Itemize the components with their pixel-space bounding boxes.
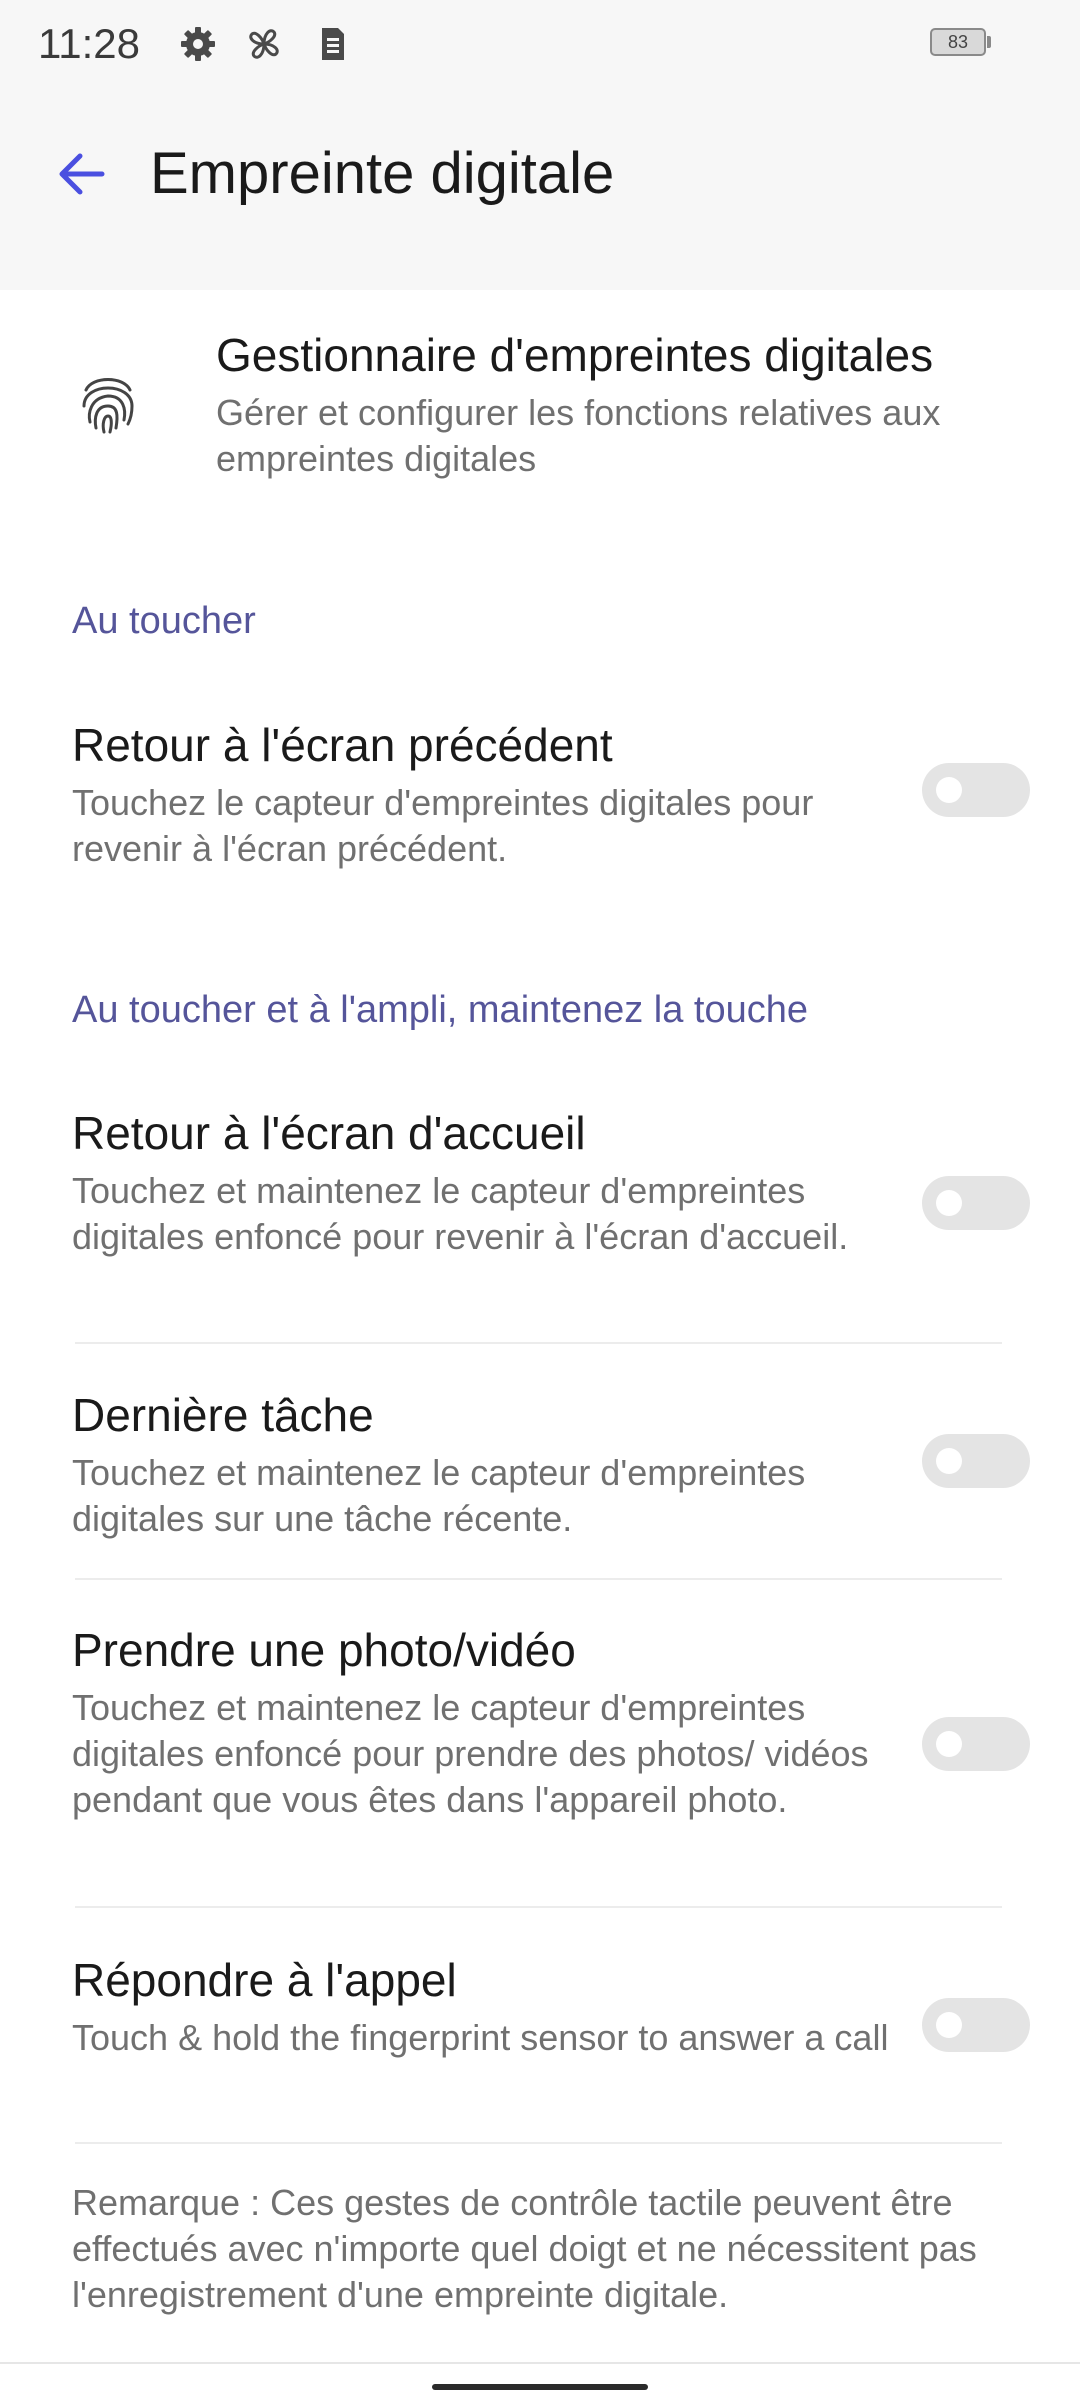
setting-description: Touchez et maintenez le capteur d'emprei… bbox=[72, 1452, 806, 1539]
setting-answer-call[interactable]: Répondre à l'appel Touch & hold the fing… bbox=[0, 1953, 1080, 2113]
section-header-touch-hold: Au toucher et à l'ampli, maintenez la to… bbox=[72, 989, 809, 1031]
toggle-back-to-previous[interactable] bbox=[922, 763, 1030, 817]
setting-description: Touch & hold the fingerprint sensor to a… bbox=[72, 2017, 889, 2058]
setting-take-photo-video[interactable]: Prendre une photo/vidéo Touchez et maint… bbox=[0, 1623, 1080, 1863]
status-time: 11:28 bbox=[38, 20, 140, 67]
section-header-touch: Au toucher bbox=[72, 600, 256, 642]
bottom-divider bbox=[0, 2362, 1080, 2364]
toggle-answer-call[interactable] bbox=[922, 1998, 1030, 2052]
battery-indicator: 83 bbox=[930, 28, 992, 58]
toggle-back-to-home[interactable] bbox=[922, 1176, 1030, 1230]
toggle-take-photo-video[interactable] bbox=[922, 1717, 1030, 1771]
toggle-last-task[interactable] bbox=[922, 1434, 1030, 1488]
battery-level: 83 bbox=[947, 32, 969, 52]
setting-description: Touchez le capteur d'empreintes digitale… bbox=[72, 782, 814, 869]
page-title: Empreinte digitale bbox=[150, 141, 615, 206]
setting-title: Dernière tâche bbox=[72, 1389, 374, 1441]
sim-card-icon bbox=[322, 28, 344, 60]
divider bbox=[75, 1342, 1002, 1344]
home-indicator[interactable] bbox=[432, 2384, 648, 2390]
setting-back-to-previous[interactable]: Retour à l'écran précédent Touchez le ca… bbox=[0, 718, 1080, 878]
setting-title: Répondre à l'appel bbox=[72, 1954, 457, 2006]
setting-description: Touchez et maintenez le capteur d'emprei… bbox=[72, 1687, 869, 1820]
setting-back-to-home[interactable]: Retour à l'écran d'accueil Touchez et ma… bbox=[0, 1106, 1080, 1306]
divider bbox=[75, 1578, 1002, 1580]
setting-title: Retour à l'écran d'accueil bbox=[72, 1107, 586, 1159]
setting-title: Retour à l'écran précédent bbox=[72, 719, 613, 771]
status-bar: 11:28 83 bbox=[0, 0, 1080, 92]
fingerprint-icon bbox=[82, 378, 134, 434]
fingerprint-manager-title: Gestionnaire d'empreintes digitales bbox=[216, 329, 934, 381]
setting-title: Prendre une photo/vidéo bbox=[72, 1624, 576, 1676]
divider bbox=[75, 1906, 1002, 1908]
setting-last-task[interactable]: Dernière tâche Touchez et maintenez le c… bbox=[0, 1388, 1080, 1548]
setting-description: Touchez et maintenez le capteur d'emprei… bbox=[72, 1170, 849, 1257]
pinwheel-icon bbox=[249, 29, 279, 59]
fingerprint-manager-description: Gérer et configurer les fonctions relati… bbox=[216, 392, 941, 479]
fingerprint-manager-item[interactable]: Gestionnaire d'empreintes digitales Gére… bbox=[0, 318, 1080, 498]
gear-icon bbox=[181, 27, 215, 61]
arrow-left-icon[interactable] bbox=[52, 144, 112, 204]
note-text: Remarque : Ces gestes de contrôle tactil… bbox=[72, 2182, 977, 2315]
top-bar: 11:28 83 Empreinte digitale bbox=[0, 0, 1080, 290]
divider bbox=[75, 2142, 1002, 2144]
